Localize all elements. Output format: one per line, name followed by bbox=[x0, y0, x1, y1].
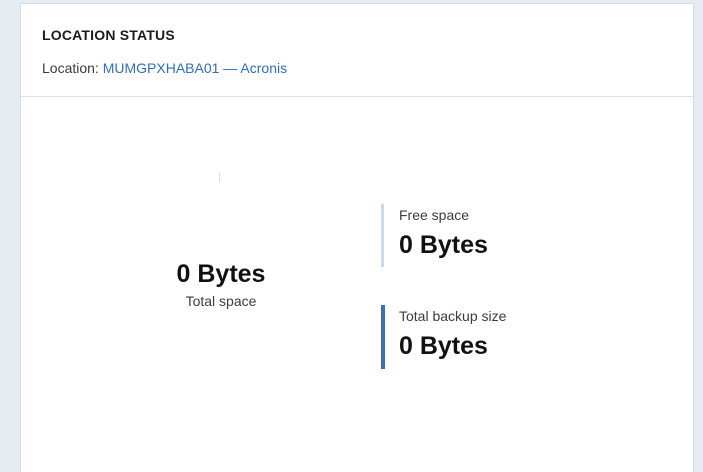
backup-size-value: 0 Bytes bbox=[399, 332, 488, 360]
location-link[interactable]: MUMGPXHABA01 — Acronis bbox=[103, 60, 287, 76]
free-space-label: Free space bbox=[399, 207, 470, 223]
backup-size-indicator-bar bbox=[381, 305, 385, 369]
panel-title: LOCATION STATUS bbox=[42, 27, 175, 43]
panel-header: LOCATION STATUS Location: MUMGPXHABA01 —… bbox=[21, 4, 693, 97]
free-space-indicator-bar bbox=[381, 204, 384, 267]
location-prefix: Location: bbox=[42, 60, 103, 76]
total-space-label: Total space bbox=[185, 293, 257, 309]
total-space-value: 0 Bytes bbox=[176, 260, 266, 288]
total-space-block: 0 Bytes Total space bbox=[141, 259, 301, 309]
free-space-stat: Free space 0 Bytes bbox=[381, 204, 488, 267]
panel-body: 0 Bytes Total space Free space 0 Bytes T… bbox=[21, 97, 693, 472]
backup-size-label: Total backup size bbox=[399, 308, 507, 324]
location-status-panel: LOCATION STATUS Location: MUMGPXHABA01 —… bbox=[20, 3, 694, 472]
chart-placeholder-mark bbox=[219, 173, 220, 182]
backup-size-stat: Total backup size 0 Bytes bbox=[381, 305, 506, 369]
location-line: Location: MUMGPXHABA01 — Acronis bbox=[42, 60, 287, 76]
free-space-value: 0 Bytes bbox=[399, 231, 488, 259]
